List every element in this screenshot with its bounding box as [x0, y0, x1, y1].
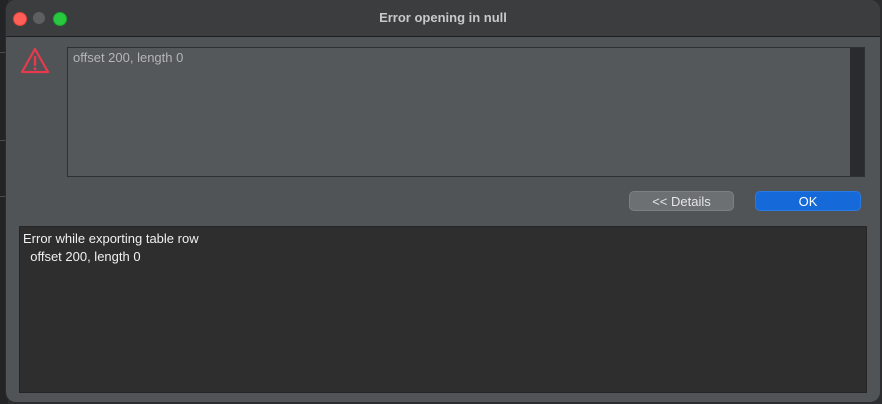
details-line-2: offset 200, length 0	[23, 249, 141, 264]
message-scrollbar[interactable]	[850, 48, 864, 176]
title-bar[interactable]: Error opening in null	[6, 0, 880, 37]
error-dialog: Error opening in null offset 200, length…	[6, 0, 880, 402]
details-toggle-button[interactable]: << Details	[629, 191, 734, 211]
details-panel[interactable]: Error while exporting table row offset 2…	[19, 226, 867, 393]
details-text: Error while exporting table row offset 2…	[23, 230, 199, 266]
details-line-1: Error while exporting table row	[23, 231, 199, 246]
warning-triangle-icon	[20, 47, 50, 74]
error-message-text: offset 200, length 0	[73, 50, 184, 65]
ok-button[interactable]: OK	[755, 191, 861, 211]
dialog-title: Error opening in null	[379, 10, 507, 25]
error-message-area[interactable]: offset 200, length 0	[67, 47, 865, 177]
